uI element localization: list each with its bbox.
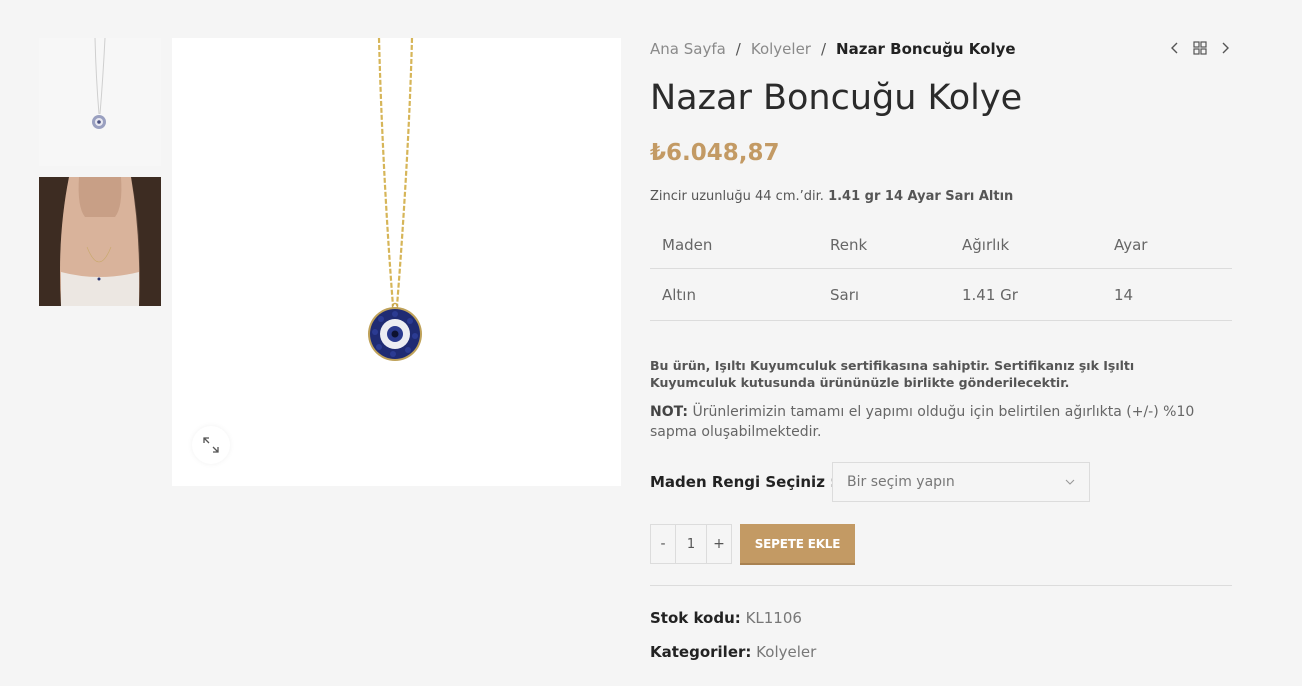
quantity-input[interactable]: 1 [675,525,707,563]
quantity-minus-button[interactable]: - [651,525,675,563]
specs-header-cell: Ayar [1102,222,1232,269]
model-thumbnail-image [39,177,161,306]
divider [650,585,1232,586]
breadcrumb-current: Nazar Boncuğu Kolye [836,40,1016,58]
specs-cell: Altın [650,268,818,321]
breadcrumb-separator: / [735,40,741,58]
categories-line: Kategoriler: Kolyeler [650,643,816,661]
categories-label: Kategoriler: [650,643,752,661]
thumbnail-product[interactable] [39,38,161,166]
quantity-plus-button[interactable]: + [707,525,731,563]
main-product-image[interactable] [172,38,621,486]
specs-cell: 14 [1102,268,1232,321]
sku-value: KL1106 [745,609,802,627]
note-label: NOT: [650,404,689,420]
sku-line: Stok kodu: KL1106 [650,609,802,627]
specs-header-row: Maden Renk Ağırlık Ayar [650,222,1232,269]
specs-table: Maden Renk Ağırlık Ayar Altın Sarı 1.41 … [650,222,1232,321]
specs-header-cell: Renk [818,222,950,269]
product-navigation [1170,38,1230,58]
note-text: Ürünlerimizin tamamı el yapımı olduğu iç… [650,404,1195,440]
product-price: ₺6.048,87 [650,140,780,166]
necklace-image [368,38,422,361]
chevron-left-icon[interactable] [1170,41,1180,55]
sku-label: Stok kodu: [650,609,741,627]
short-description-text: Zincir uzunluğu 44 cm.’dir. [650,189,824,204]
select-value: Bir seçim yapın [847,474,955,490]
category-link[interactable]: Kolyeler [756,643,816,661]
variation-label-text: Maden Rengi Seçiniz [650,473,825,491]
breadcrumb-home-link[interactable]: Ana Sayfa [650,40,726,58]
breadcrumb-category-link[interactable]: Kolyeler [751,40,811,58]
table-row: Altın Sarı 1.41 Gr 14 [650,268,1232,321]
short-description: Zincir uzunluğu 44 cm.’dir. 1.41 gr 14 A… [650,189,1013,204]
add-to-cart-button[interactable]: SEPETE EKLE [740,524,855,565]
specs-cell: 1.41 Gr [950,268,1102,321]
short-description-bold: 1.41 gr 14 Ayar Sarı Altın [828,189,1014,204]
thumbnail-model[interactable] [39,177,161,306]
variation-label: Maden Rengi Seçiniz : [650,473,836,491]
quantity-stepper: - 1 + [650,524,732,564]
necklace-thumbnail-image [92,38,106,129]
breadcrumb: Ana Sayfa / Kolyeler / Nazar Boncuğu Kol… [650,38,1016,60]
specs-header-cell: Ağırlık [950,222,1102,269]
expand-icon [203,437,219,453]
chevron-down-icon [1065,479,1075,485]
metal-color-select[interactable]: Bir seçim yapın [832,462,1090,502]
grid-icon[interactable] [1193,41,1207,55]
specs-cell: Sarı [818,268,950,321]
weight-note: NOT: Ürünlerimizin tamamı el yapımı oldu… [650,402,1210,442]
chevron-right-icon[interactable] [1220,41,1230,55]
product-title: Nazar Boncuğu Kolye [650,78,1023,118]
expand-image-button[interactable] [192,426,230,464]
specs-header-cell: Maden [650,222,818,269]
breadcrumb-separator: / [820,40,827,58]
certificate-text: Bu ürün, Işıltı Kuyumculuk sertifikasına… [650,358,1135,390]
